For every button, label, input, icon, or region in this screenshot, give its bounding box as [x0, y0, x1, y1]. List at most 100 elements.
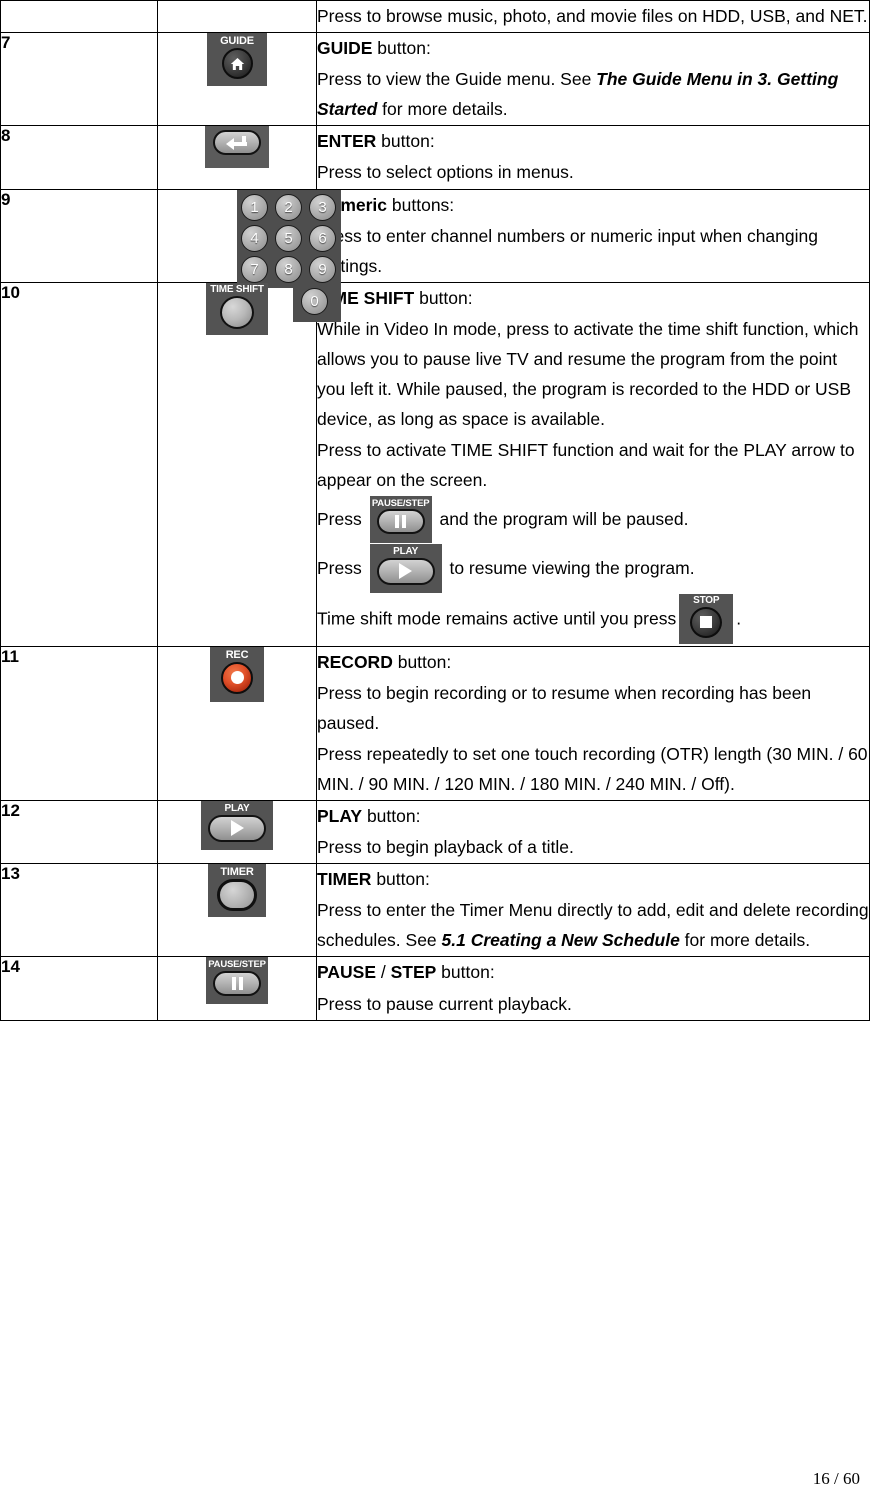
- pause-step-icon-label: PAUSE/STEP: [208, 959, 266, 971]
- desc-line: RECORD button:: [317, 651, 452, 672]
- record-icon-label: REC: [225, 648, 249, 661]
- numkey-6: 6: [309, 224, 336, 252]
- pause-step-button-body: [213, 970, 261, 996]
- timer-icon-label: TIMER: [220, 866, 254, 879]
- desc-line: GUIDE button:: [317, 38, 431, 59]
- table-row: Press to browse music, photo, and movie …: [0, 0, 870, 34]
- play-icon-label: PLAY: [224, 802, 250, 814]
- stop-inline-body: [690, 606, 723, 638]
- numkey-0: 0: [301, 287, 328, 315]
- row-description-cell: GUIDE button: Press to view the Guide me…: [316, 32, 870, 127]
- row-icon-cell: GUIDE: [157, 32, 317, 127]
- enter-button-body: [213, 130, 261, 156]
- row-description-cell: TIME SHIFT button: While in Video In mod…: [316, 281, 870, 647]
- row-description-cell: ENTER button: Press to select options in…: [316, 125, 870, 190]
- stop-square-icon: [692, 609, 720, 636]
- row-description-cell: TIMER button: Press to enter the Timer M…: [316, 863, 870, 958]
- desc-line: PLAY button:: [317, 805, 421, 826]
- desc-line: Time shift mode remains active until you…: [317, 593, 869, 645]
- pause-step-button-icon: PAUSE/STEP: [206, 957, 268, 1005]
- row-icon-cell: REC: [157, 645, 317, 801]
- desc-line: TIME SHIFT button:: [317, 287, 473, 308]
- table-row: 8 ENTER button: Press to select options …: [0, 125, 870, 190]
- table-row: 7 GUIDE GUIDE button: Press to view the …: [0, 32, 870, 127]
- stop-inline-icon: STOP: [679, 593, 734, 644]
- desc-line: Press PLAY to resume viewing the program…: [317, 543, 869, 594]
- row-number-cell: 12: [0, 799, 158, 865]
- timer-button-icon: TIMER: [208, 864, 266, 918]
- row-number-cell: 7: [0, 32, 158, 127]
- play-button-body: [208, 814, 266, 842]
- table-row: 10 TIME SHIFT TIME SHIFT button: While i…: [0, 281, 870, 647]
- time-shift-icon-label: TIME SHIFT: [210, 283, 264, 295]
- table-row: 14 PAUSE/STEP PAUSE / STEP button: Press…: [0, 956, 870, 1021]
- row-description-cell: RECORD button: Press to begin recording …: [316, 645, 870, 801]
- play-inline-label: PLAY: [393, 545, 419, 557]
- desc-line: Press to pause current playback.: [317, 993, 572, 1014]
- row-icon-cell: PLAY: [157, 799, 317, 865]
- page-footer: 16 / 60: [812, 1469, 860, 1488]
- table-row: 9 1 2 3 4 5 6 7 8 9 0 Numeric buttons: P…: [0, 188, 870, 322]
- record-button-body: [221, 661, 253, 694]
- row-icon-cell: TIME SHIFT: [157, 281, 317, 647]
- row-number-cell: 10: [0, 281, 158, 647]
- row-number-cell: 14: [0, 956, 158, 1021]
- stop-inline-label: STOP: [693, 594, 720, 606]
- desc-line: Press PAUSE/STEP and the program will be…: [317, 495, 869, 544]
- desc-line: Press to activate TIME SHIFT function an…: [317, 440, 855, 491]
- desc-line: Press to select options in menus.: [317, 162, 574, 183]
- numkey-1: 1: [241, 193, 268, 221]
- desc-line: Numeric buttons:: [317, 194, 455, 215]
- enter-button-icon: [205, 126, 269, 169]
- pause-bars-icon: [379, 511, 423, 532]
- pause-bars-icon: [215, 973, 259, 994]
- row-description-cell: PAUSE / STEP button: Press to pause curr…: [316, 956, 870, 1021]
- row-icon-cell: 1 2 3 4 5 6 7 8 9 0: [157, 188, 341, 322]
- time-shift-button-body: [220, 295, 254, 329]
- table-row: 11 REC RECORD button: Press to begin rec…: [0, 645, 870, 801]
- row-number-cell: 9: [0, 188, 158, 283]
- table-row: 12 PLAY PLAY button: Press to begin play…: [0, 799, 870, 865]
- row-number-cell: 8: [0, 125, 158, 190]
- enter-arrow-icon: [215, 132, 259, 153]
- play-triangle-icon: [210, 817, 264, 840]
- desc-line: Press to begin recording or to resume wh…: [317, 682, 812, 733]
- row-number-cell: [0, 0, 158, 34]
- guide-icon-label: GUIDE: [220, 35, 254, 48]
- row-number-cell: 11: [0, 645, 158, 801]
- document-page: Press to browse music, photo, and movie …: [0, 0, 872, 1495]
- desc-line: ENTER button:: [317, 131, 435, 152]
- time-shift-button-icon: TIME SHIFT: [206, 282, 268, 335]
- row-description-cell: PLAY button: Press to begin playback of …: [316, 799, 870, 865]
- pause-step-inline-label: PAUSE/STEP: [371, 497, 430, 509]
- guide-button-body: [221, 48, 253, 80]
- record-dot-icon: [223, 664, 251, 692]
- row-icon-cell: TIMER: [157, 863, 317, 958]
- numkey-9: 9: [309, 255, 336, 283]
- desc-line: Press to enter the Timer Menu directly t…: [317, 900, 869, 951]
- desc-line: Press repeatedly to set one touch record…: [317, 743, 868, 794]
- home-icon: [224, 50, 251, 77]
- numkey-7: 7: [241, 255, 268, 283]
- row-icon-cell: [157, 125, 317, 190]
- pause-step-inline-body: [376, 509, 425, 534]
- row-icon-cell: PAUSE/STEP: [157, 956, 317, 1021]
- numkey-2: 2: [275, 193, 302, 221]
- timer-button-body: [217, 879, 257, 912]
- row-icon-cell: [157, 0, 317, 34]
- play-button-icon: PLAY: [201, 800, 273, 850]
- record-button-icon: REC: [210, 646, 264, 702]
- row-description-cell: Press to browse music, photo, and movie …: [316, 0, 870, 34]
- guide-button-icon: GUIDE: [207, 33, 267, 87]
- desc-line: Press to begin playback of a title.: [317, 837, 574, 858]
- row-description-cell: Numeric buttons: Press to enter channel …: [316, 188, 870, 283]
- enter-arrow-shape: [226, 135, 248, 150]
- row-number-cell: 13: [0, 863, 158, 958]
- remote-buttons-table: Press to browse music, photo, and movie …: [0, 0, 870, 1021]
- desc-line: While in Video In mode, press to activat…: [317, 318, 859, 430]
- numkey-5: 5: [275, 224, 302, 252]
- desc-line: TIMER button:: [317, 869, 430, 890]
- play-inline-body: [376, 557, 435, 585]
- play-triangle-icon: [379, 560, 433, 583]
- pause-step-inline-icon: PAUSE/STEP: [369, 495, 432, 543]
